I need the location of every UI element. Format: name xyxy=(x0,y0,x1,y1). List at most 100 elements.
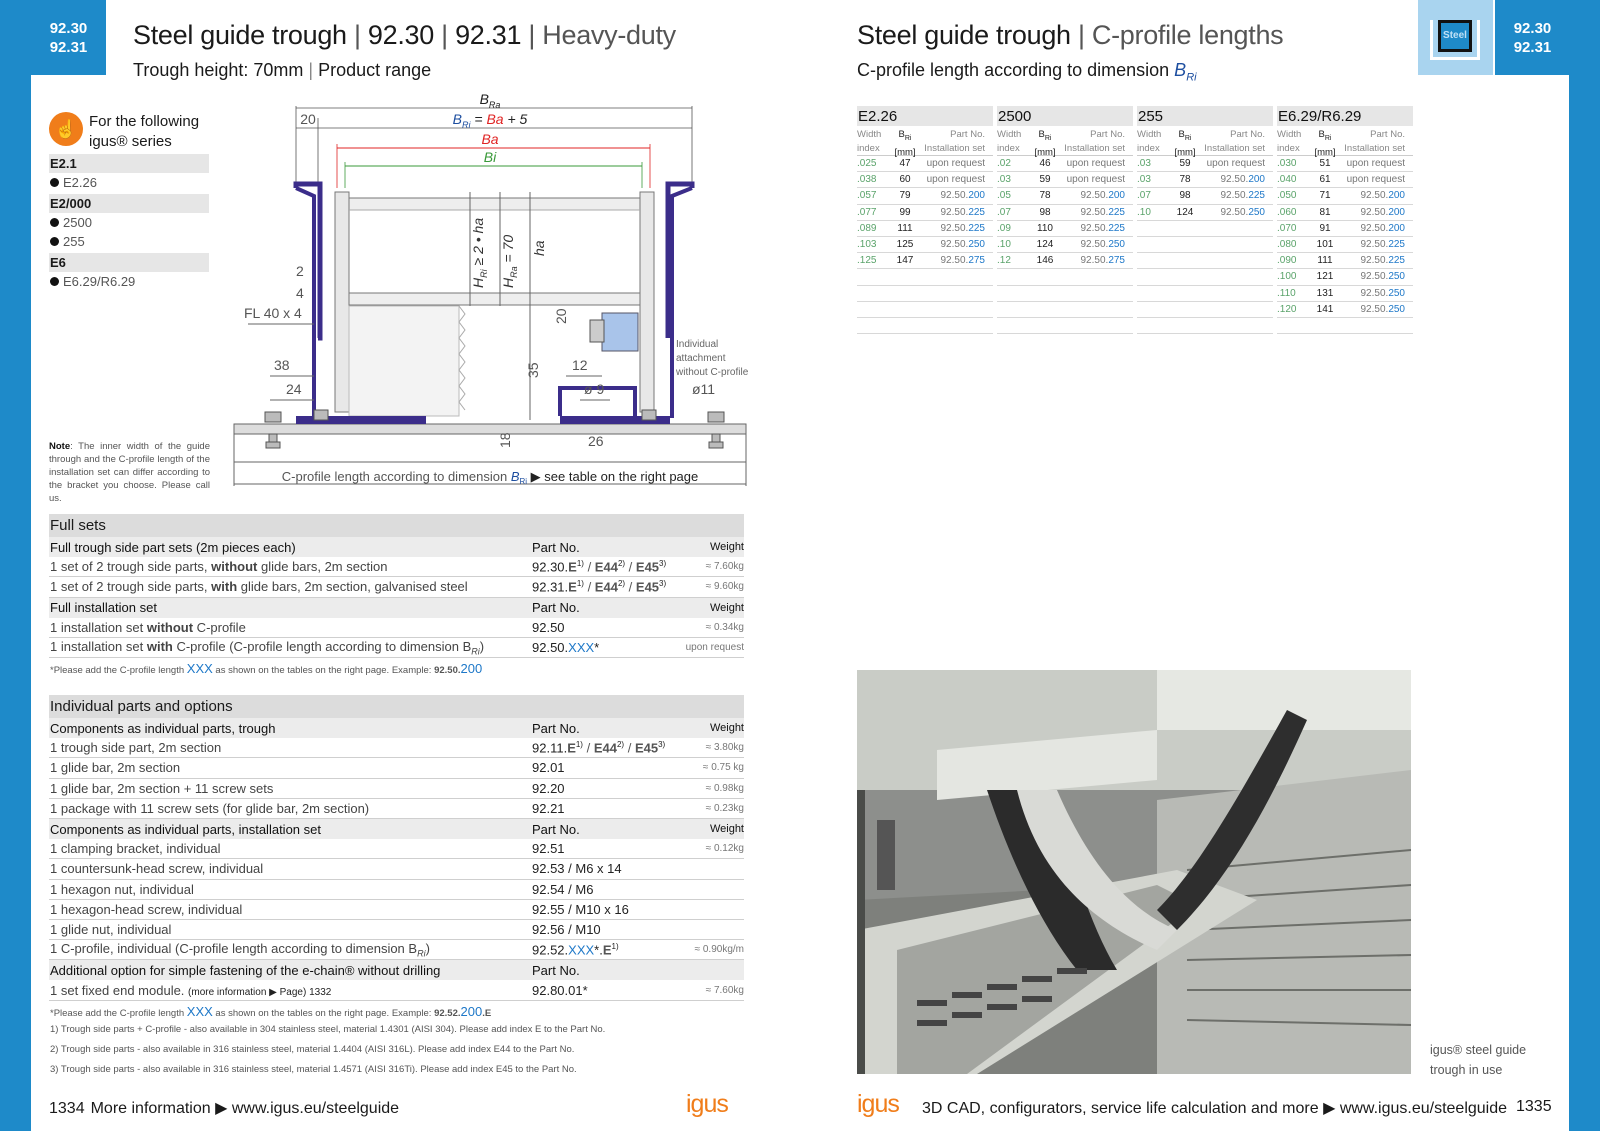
part-base: 92.50. xyxy=(1080,239,1109,251)
part-number: 92.50.250 xyxy=(1337,304,1413,315)
svg-text:BRi = Ba + 5: BRi = Ba + 5 xyxy=(453,111,528,130)
width-index: .05 xyxy=(997,190,1011,202)
bri-value: 81 xyxy=(1319,206,1331,218)
header-line: index xyxy=(857,143,880,154)
part-number: 92.50.250 xyxy=(1057,239,1133,250)
table-row: .12 146 92.50.275 xyxy=(997,253,1133,270)
series-box: ☝ For the following igus® series E2.1 E2.… xyxy=(49,112,209,291)
item-description: 1 package with 11 screw sets (for glide … xyxy=(49,801,532,816)
desc-text: C-profile (C-profile length according to… xyxy=(172,638,472,654)
part-index-note: 3) xyxy=(658,740,666,750)
part-length: 250 xyxy=(968,239,985,251)
title-light: C-profile lengths xyxy=(1091,20,1284,50)
width-index: .110 xyxy=(1277,287,1296,299)
part-length: 200 xyxy=(1388,222,1405,234)
svg-text:26: 26 xyxy=(588,433,604,449)
title-sep: | xyxy=(433,20,456,50)
part-number: 92.52.XXX*.E1) xyxy=(532,942,682,957)
width-index: .100 xyxy=(1277,271,1297,283)
right-page-title: Steel guide trough | C-profile lengths xyxy=(857,20,1284,51)
part-number: upon request xyxy=(917,158,993,169)
part-sep: / xyxy=(583,579,595,595)
table-subheader: Components as individual parts, trough Pa… xyxy=(49,718,744,739)
part-number: 92.50.200 xyxy=(1337,223,1413,234)
header-line: BRi xyxy=(1038,129,1052,142)
table-row: 1 trough side part, 2m section 92.11.E1) … xyxy=(49,738,744,759)
series-group: E2/000 xyxy=(49,194,209,213)
part-index: E44 xyxy=(594,559,618,575)
table-row: 1 glide nut, individual 92.56 / M10 xyxy=(49,920,744,941)
part-base: upon request xyxy=(1346,158,1405,170)
width-index: .07 xyxy=(1137,190,1151,202)
desc-text: ) xyxy=(479,638,485,654)
desc-small: (more information ▶ Page) 1332 xyxy=(188,986,332,998)
left-page-title: Steel guide trough | 92.30 | 92.31 | Hea… xyxy=(133,20,676,51)
part-number: upon request xyxy=(1337,174,1413,185)
part-index: E xyxy=(602,942,612,958)
table-row xyxy=(1277,318,1413,335)
bri-value: 99 xyxy=(899,206,911,218)
width-index: .03 xyxy=(1137,158,1151,170)
title-code: 92.31 xyxy=(455,20,522,50)
part-number: 92.50.200 xyxy=(917,190,993,201)
bri-value: 101 xyxy=(1316,239,1334,251)
left-edge-bar xyxy=(0,0,31,1131)
bri-value: 61 xyxy=(1319,174,1331,186)
desc-text: 1 C-profile, individual (C-profile lengt… xyxy=(50,940,418,956)
desc-subscript: Ri xyxy=(417,948,426,959)
footer-link[interactable]: 3D CAD, configurators, service life calc… xyxy=(922,1098,1507,1118)
part-index: E xyxy=(568,559,577,575)
part-base: 92.50. xyxy=(532,640,569,656)
table-row xyxy=(857,269,993,286)
c-profile-table-3: E6.29/R6.29 Width index BRi [mm] Part No. Inst… xyxy=(1277,106,1413,335)
desc-emphasis: with xyxy=(211,579,238,595)
footnote-example-suffix: .E xyxy=(482,1007,492,1019)
footnote: *Please add the C-profile length XXX as … xyxy=(49,658,744,678)
bri-value: 124 xyxy=(1036,239,1054,251)
steel-trough-icon: Steel xyxy=(1430,20,1480,60)
item-description: 1 installation set with C-profile (C-pro… xyxy=(49,639,532,657)
footnote-example: 92.50. xyxy=(434,665,461,677)
part-sep: / xyxy=(624,740,635,756)
svg-text:38: 38 xyxy=(274,357,290,373)
part-base: 92.21 xyxy=(532,800,565,816)
table-row: 1 countersunk-head screw, individual 92.5… xyxy=(49,859,744,880)
weight: ≈ 0.98kg xyxy=(705,782,744,794)
table-row xyxy=(857,302,993,318)
part-number: 92.50.225 xyxy=(1057,223,1133,234)
width-index: .025 xyxy=(857,158,877,170)
item-description: 1 countersunk-head screw, individual xyxy=(49,861,532,876)
part-suffix: *. xyxy=(594,942,603,958)
weight: ≈ 7.60kg xyxy=(705,984,744,996)
part-base: 92.50. xyxy=(1360,239,1389,251)
part-base: upon request xyxy=(1066,174,1125,186)
width-index: .09 xyxy=(997,222,1011,234)
title-code: 92.30 xyxy=(367,20,434,50)
footnote-text: as shown on the tables on the right page… xyxy=(212,1007,435,1019)
weight: Weight xyxy=(709,601,744,614)
item-description: 1 installation set without C-profile xyxy=(49,620,532,635)
part-sep: / xyxy=(583,559,595,575)
table-row: .10 124 92.50.250 xyxy=(997,237,1133,254)
svg-text:C-profile length according to: C-profile length according to dimension … xyxy=(282,469,698,486)
column-header: Width index BRi [mm] Part No. Installation se… xyxy=(1137,128,1273,158)
individual-parts-table: Individual parts and options Components … xyxy=(49,695,744,1081)
part-number: upon request xyxy=(1337,158,1413,169)
width-index: .090 xyxy=(1277,255,1297,267)
table-row xyxy=(997,318,1133,335)
table-row: .080 101 92.50.225 xyxy=(1277,237,1413,254)
title-sep: | xyxy=(1070,20,1092,50)
footer-link[interactable]: More information ▶ www.igus.eu/steelguid… xyxy=(91,1100,399,1117)
table-row xyxy=(1137,237,1273,254)
part-index-note: 1) xyxy=(575,740,583,750)
c-profile-table-0: E2.26 Width index BRi [mm] Part No. Installati… xyxy=(857,106,993,335)
part-base: upon request xyxy=(1346,174,1405,186)
part-base: 92.01 xyxy=(532,760,565,776)
svg-text:BRa: BRa xyxy=(480,91,501,110)
weight: ≈ 0.90kg/m xyxy=(694,944,744,956)
title-main: Steel guide trough xyxy=(857,20,1071,50)
part-length: 250 xyxy=(1388,271,1405,283)
col-bri: BRi [mm] xyxy=(1033,128,1057,158)
part-number: upon request xyxy=(1057,158,1133,169)
part-number: 92.54 / M6 xyxy=(532,882,682,897)
